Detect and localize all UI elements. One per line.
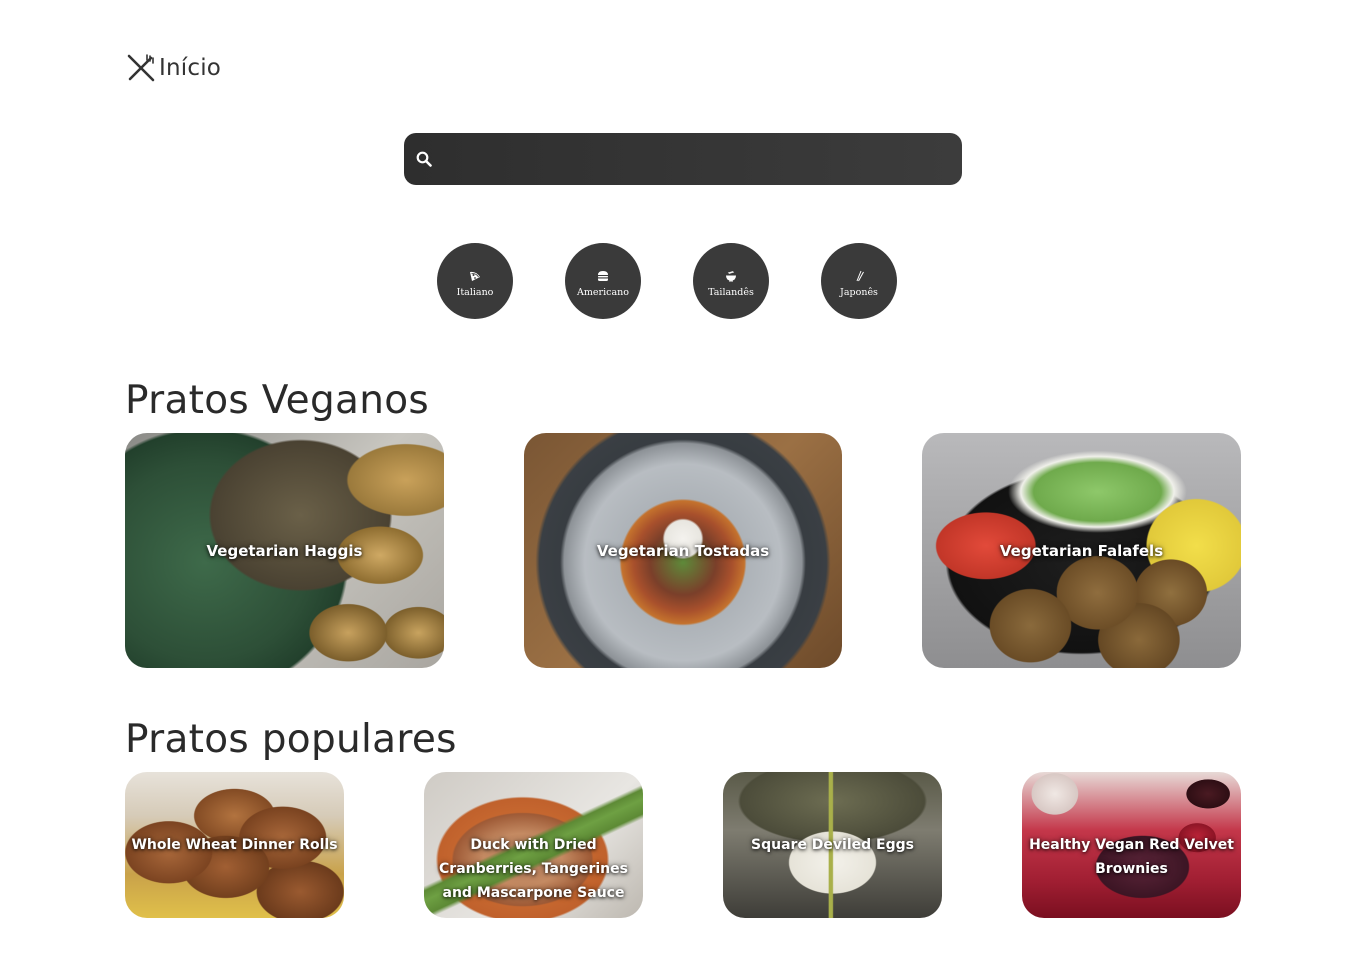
- dish-name: Vegetarian Tostadas: [596, 541, 770, 560]
- home-label: Início: [159, 55, 222, 81]
- dish-name: Vegetarian Haggis: [206, 541, 363, 560]
- page: Início Italiano Americano Tailandês Japo…: [0, 0, 1366, 966]
- category-italiano[interactable]: Italiano: [437, 243, 513, 319]
- dish-name: Whole Wheat Dinner Rolls: [131, 837, 338, 853]
- bowl-icon: [725, 269, 737, 283]
- category-tailandes[interactable]: Tailandês: [693, 243, 769, 319]
- category-label: Italiano: [456, 286, 494, 298]
- category-label: Tailandês: [708, 286, 754, 298]
- category-americano[interactable]: Americano: [565, 243, 641, 319]
- category-japones[interactable]: Japonês: [821, 243, 897, 319]
- popular-card-eggs[interactable]: Square Deviled Eggs: [723, 772, 942, 918]
- category-list: Italiano Americano Tailandês Japonês: [437, 243, 897, 319]
- hamburger-icon: [597, 269, 609, 283]
- home-link[interactable]: Início: [125, 52, 221, 84]
- vegan-card-haggis[interactable]: Vegetarian Haggis: [125, 433, 444, 668]
- popular-card-brownies[interactable]: Healthy Vegan Red Velvet Brownies: [1022, 772, 1241, 918]
- vegan-card-tostadas[interactable]: Vegetarian Tostadas: [524, 433, 842, 668]
- search-bar[interactable]: [404, 132, 962, 186]
- chopsticks-icon: [853, 269, 865, 283]
- search-input[interactable]: [432, 132, 962, 186]
- category-label: Japonês: [840, 286, 878, 298]
- dish-name: Vegetarian Falafels: [999, 541, 1164, 560]
- fork-knife-icon: [125, 52, 157, 84]
- popular-section-title: Pratos populares: [125, 717, 457, 762]
- vegan-card-falafels[interactable]: Vegetarian Falafels: [922, 433, 1241, 668]
- dish-name: Square Deviled Eggs: [751, 837, 914, 853]
- dish-name: Duck with Dried Cranberries, Tangerines …: [439, 837, 628, 901]
- popular-card-duck[interactable]: Duck with Dried Cranberries, Tangerines …: [424, 772, 643, 918]
- popular-card-rolls[interactable]: Whole Wheat Dinner Rolls: [125, 772, 344, 918]
- vegan-section-title: Pratos Veganos: [125, 378, 430, 423]
- dish-name: Healthy Vegan Red Velvet Brownies: [1029, 837, 1234, 877]
- search-icon[interactable]: [416, 151, 432, 167]
- pizza-icon: [469, 269, 481, 283]
- category-label: Americano: [577, 286, 629, 298]
